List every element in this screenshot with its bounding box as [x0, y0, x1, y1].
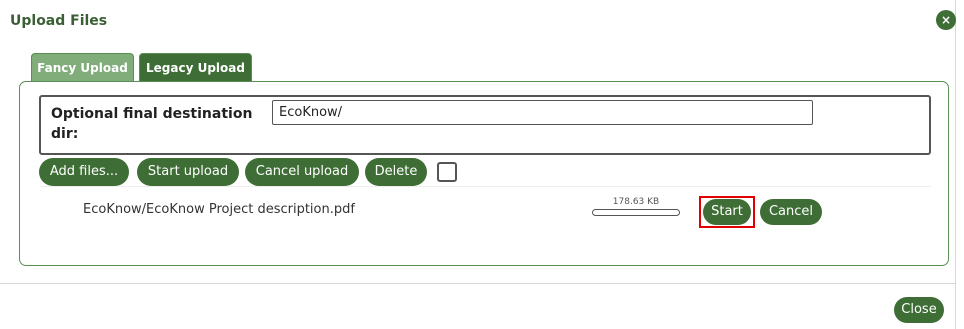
dialog-border [955, 0, 956, 329]
start-button-highlight [699, 196, 755, 228]
cancel-upload-button[interactable]: Cancel upload [245, 158, 359, 186]
destination-label: Optional final destination dir: [51, 106, 253, 142]
start-upload-button[interactable]: Start upload [137, 158, 239, 186]
close-button[interactable]: Close [894, 297, 944, 323]
file-list-separator [40, 186, 931, 187]
add-files-button[interactable]: Add files... [39, 158, 129, 186]
destination-input[interactable]: EcoKnow/ [272, 100, 813, 125]
upload-files-dialog: Upload Files × Fancy Upload Legacy Uploa… [0, 0, 964, 329]
file-progress-bar [592, 209, 680, 216]
delete-button[interactable]: Delete [365, 158, 427, 186]
close-icon[interactable]: × [936, 10, 956, 30]
dialog-title: Upload Files [10, 13, 108, 29]
file-name: EcoKnow/EcoKnow Project description.pdf [83, 202, 355, 217]
tab-legacy-upload[interactable]: Legacy Upload [139, 53, 252, 83]
tab-fancy-upload[interactable]: Fancy Upload [31, 53, 134, 83]
file-cancel-button[interactable]: Cancel [760, 199, 822, 225]
footer-separator [0, 283, 955, 284]
file-size: 178.63 KB [612, 197, 660, 207]
select-all-checkbox[interactable] [437, 162, 457, 182]
